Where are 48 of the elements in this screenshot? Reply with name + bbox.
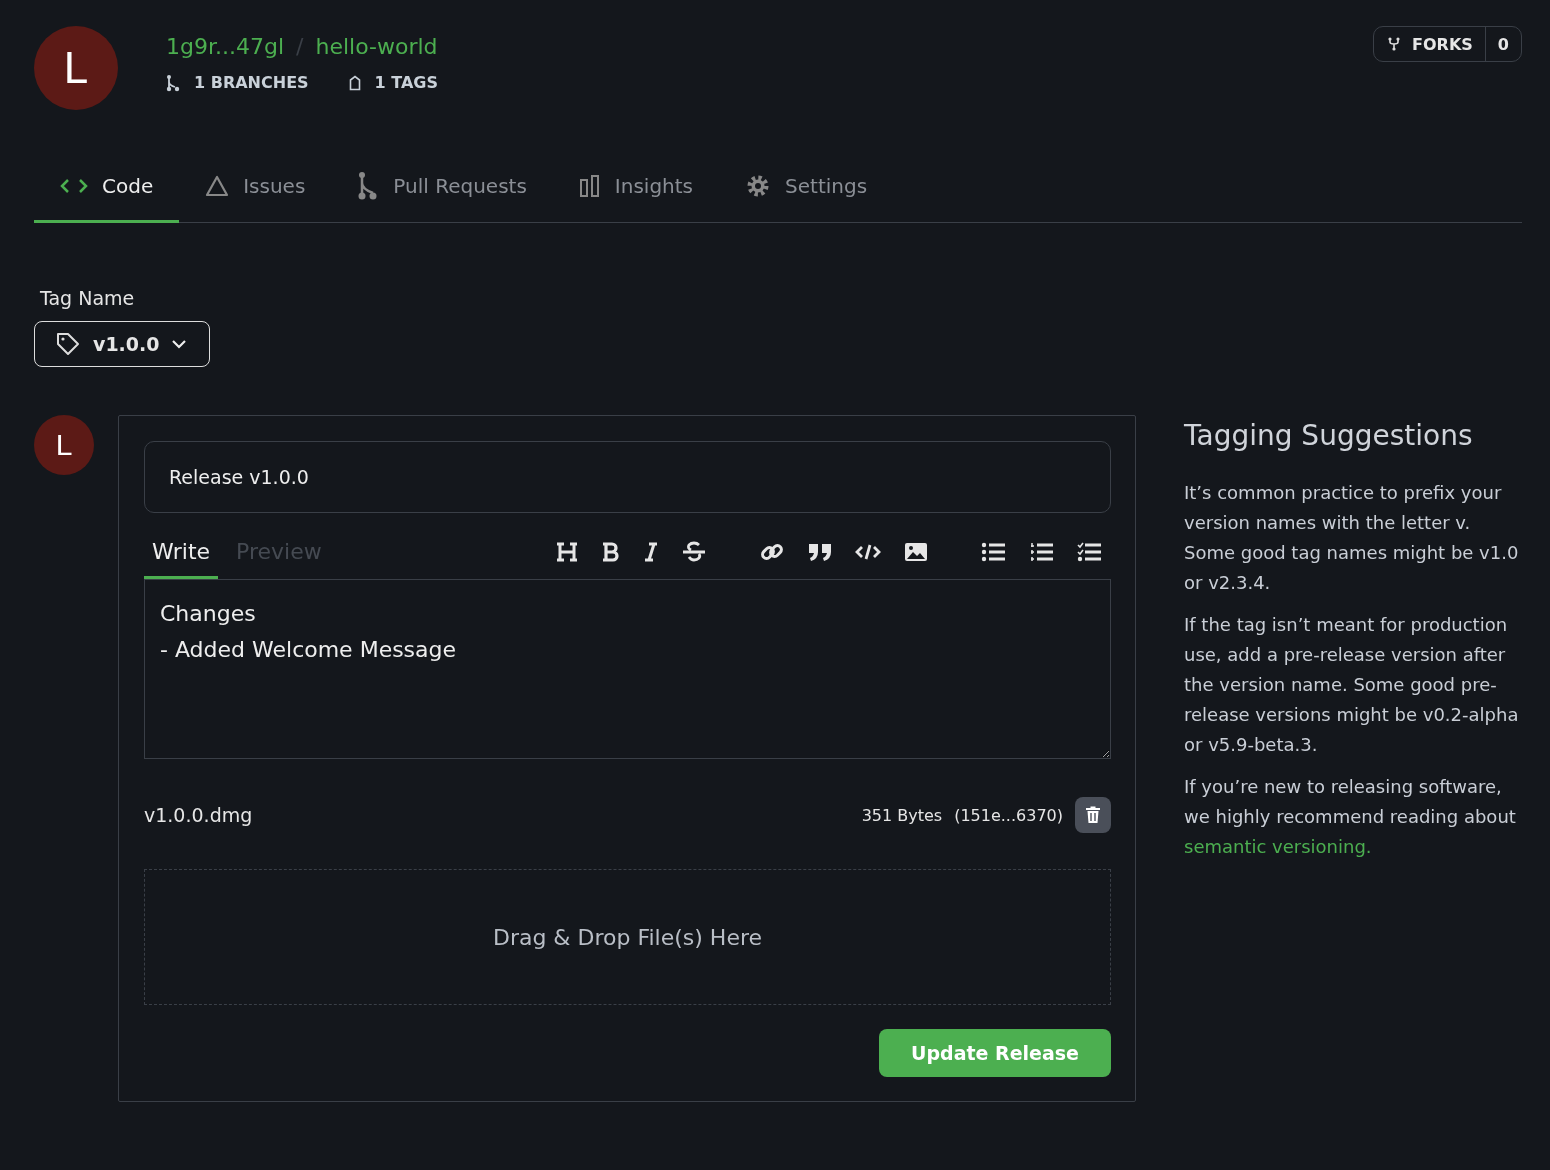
checklist-icon[interactable]: [1077, 541, 1103, 563]
italic-icon[interactable]: [643, 541, 659, 563]
path-separator: /: [296, 34, 304, 59]
nav-tab[interactable]: Settings: [719, 156, 894, 223]
chevron-down-icon: [171, 339, 188, 349]
forks-count: 0: [1496, 33, 1510, 56]
suggestions-title: Tagging Suggestions: [1184, 419, 1474, 452]
code-icon[interactable]: [855, 542, 881, 562]
file-name: v1.0.0.dmg: [144, 804, 253, 826]
drop-zone[interactable]: Drag & Drop File(s) Here: [144, 869, 1111, 1005]
owner-link[interactable]: 1g9r...47gl: [166, 34, 285, 59]
forks-button[interactable]: FORKS 0: [1373, 26, 1522, 62]
nav-tab[interactable]: Issues: [179, 156, 332, 223]
code-icon: [60, 177, 88, 195]
fork-icon: [1388, 37, 1401, 51]
tag-icon: [348, 74, 361, 91]
nav-tab[interactable]: Pull Requests: [331, 156, 553, 223]
trash-icon: [1086, 806, 1100, 824]
heading-icon[interactable]: [555, 541, 579, 563]
file-hash: (151e...6370): [954, 805, 1063, 825]
tag-name-label: Tag Name: [40, 287, 136, 309]
description-field[interactable]: Changes - Added Welcome Message: [144, 579, 1111, 759]
branches-link[interactable]: 1 BRANCHES: [194, 73, 309, 92]
semantic-versioning-link[interactable]: semantic versioning.: [1184, 836, 1372, 857]
suggestion-paragraph: If you’re new to releasing software, we highly recommend reading about semantic versioning.: [1184, 775, 1517, 859]
bold-icon[interactable]: [601, 541, 621, 563]
avatar: L: [34, 415, 94, 475]
tag-icon: [55, 331, 81, 357]
bulleted-list-icon[interactable]: [981, 541, 1007, 563]
columns-icon: [578, 174, 601, 198]
triangle-icon: [205, 175, 230, 197]
nav-tab[interactable]: Code: [34, 156, 180, 223]
nav-tab[interactable]: Insights: [552, 156, 720, 223]
avatar: L: [34, 26, 118, 110]
quote-icon[interactable]: [807, 541, 833, 563]
image-icon[interactable]: [903, 541, 929, 563]
tag-select[interactable]: v1.0.0: [34, 321, 211, 367]
tags-link[interactable]: 1 TAGS: [374, 73, 438, 92]
title-field[interactable]: Release v1.0.0: [144, 441, 1111, 513]
suggestion-paragraph: It’s common practice to prefix your version names with the letter v. Some good tag names might be v1.0 or v2.3.4.: [1184, 481, 1520, 595]
file-size: 351 Bytes: [861, 805, 943, 825]
delete-button[interactable]: [1075, 797, 1111, 833]
suggestion-paragraph: If the tag isn’t meant for production use, add a pre-release version after the version name. Some good pre-release versions might be v0.2-alpha or v5.9-beta.3.: [1184, 613, 1520, 757]
repo-link[interactable]: hello-world: [315, 34, 438, 59]
branch-icon: [166, 73, 180, 92]
forks-label: FORKS: [1412, 34, 1473, 54]
strikethrough-icon[interactable]: [681, 540, 707, 564]
numbered-list-icon[interactable]: [1029, 541, 1055, 563]
